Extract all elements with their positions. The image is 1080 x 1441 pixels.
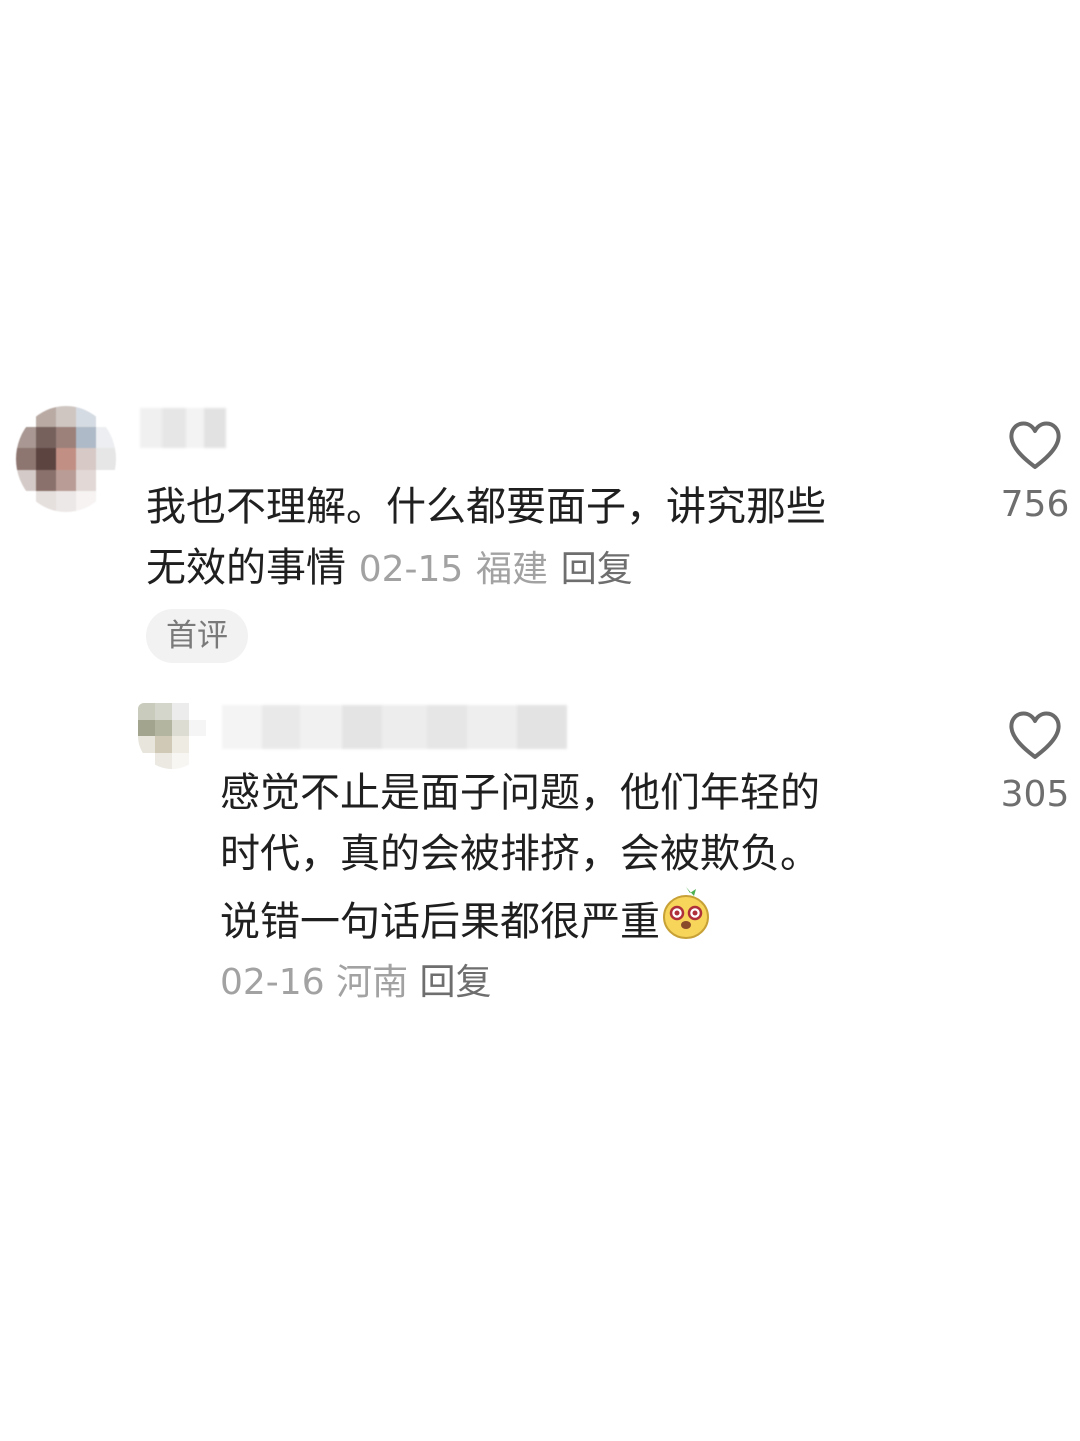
heart-outline-icon[interactable]: [1007, 420, 1063, 472]
yellow-face-emoji-icon: [660, 885, 712, 959]
comment-text: 感觉不止是面子问题，他们年轻的 时代，真的会被排挤，会被欺负。 说错一句话后果都…: [220, 763, 820, 959]
like-count: 756: [1000, 484, 1070, 525]
avatar[interactable]: [138, 703, 206, 769]
comment-date: 02-15: [358, 549, 464, 590]
comment-line: 感觉不止是面子问题，他们年轻的: [220, 770, 820, 816]
avatar[interactable]: [16, 406, 116, 512]
first-comment-badge: 首评: [146, 609, 248, 663]
comment-line: 无效的事情: [146, 545, 346, 591]
like-button[interactable]: 305: [985, 710, 1080, 815]
comment-line: 时代，真的会被排挤，会被欺负。: [220, 831, 820, 877]
username-blurred[interactable]: [140, 408, 226, 448]
reply-button[interactable]: 回复: [561, 549, 633, 590]
username-blurred[interactable]: [222, 705, 567, 749]
heart-outline-icon[interactable]: [1007, 710, 1063, 762]
comment-meta: 02-16 河南 回复: [220, 958, 492, 1008]
comment-line: 说错一句话后果都很严重: [220, 899, 660, 945]
comment-line: 我也不理解。什么都要面子，讲究那些: [146, 484, 826, 530]
like-count: 305: [1000, 774, 1070, 815]
comment-location: 河南: [336, 962, 409, 1003]
comment-location: 福建: [476, 549, 549, 590]
like-button[interactable]: 756: [985, 420, 1080, 525]
comment-date: 02-16: [220, 962, 325, 1003]
reply-button[interactable]: 回复: [420, 962, 492, 1003]
comment-text: 我也不理解。什么都要面子，讲究那些 无效的事情 02-15 福建 回复: [146, 477, 826, 600]
